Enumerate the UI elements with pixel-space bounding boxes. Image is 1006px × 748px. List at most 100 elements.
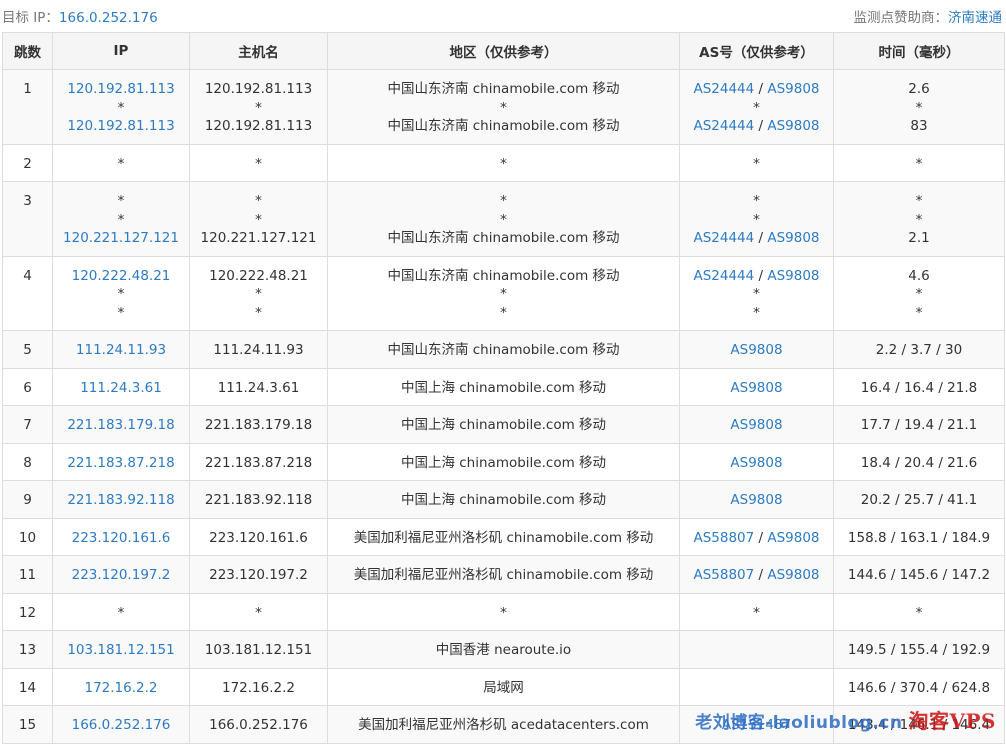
- as-line: AS151487: [682, 716, 831, 735]
- ip-link[interactable]: 221.183.92.118: [55, 491, 187, 510]
- ip-cell: 166.0.252.176: [52, 705, 190, 744]
- ip-link[interactable]: 120.222.48.21: [55, 267, 187, 286]
- as-link[interactable]: AS9808: [767, 268, 819, 284]
- ip-link[interactable]: 223.120.161.6: [55, 529, 187, 548]
- ip-link[interactable]: 111.24.11.93: [55, 341, 187, 360]
- target-ip-value[interactable]: 166.0.252.176: [59, 10, 158, 26]
- as-link[interactable]: AS9808: [767, 230, 819, 246]
- ip-cell: 221.183.179.18: [52, 405, 190, 444]
- hostname-text: 223.120.161.6: [209, 529, 308, 546]
- time-cell: *: [833, 592, 1005, 631]
- ip-link[interactable]: 120.192.81.113: [55, 117, 187, 136]
- as-cell: AS58807 / AS9808: [679, 555, 834, 594]
- column-header-as: AS号（仅供参考）: [679, 32, 834, 70]
- as-link[interactable]: AS24444: [693, 81, 754, 97]
- sponsor-link[interactable]: 济南速通: [948, 10, 1002, 26]
- as-link[interactable]: AS9808: [767, 530, 819, 546]
- top-bar: 目标 IP：166.0.252.176 监测点赞助商：济南速通: [0, 0, 1006, 32]
- time-cell: 18.4 / 20.4 / 21.6: [833, 442, 1005, 481]
- as-link[interactable]: AS9808: [767, 567, 819, 583]
- ip-link[interactable]: 221.183.179.18: [55, 416, 187, 435]
- table-row: 12 * * * * *: [2, 592, 1005, 631]
- table-row: 14 172.16.2.2 172.16.2.2 局域网 146.6 / 370.4 …: [2, 667, 1005, 706]
- as-cell: AS24444 / AS9808 * AS24444 / AS9808: [679, 69, 834, 145]
- region-text: 中国上海 chinamobile.com 移动: [400, 454, 607, 471]
- region-cell: 美国加利福尼亚州洛杉矶 chinamobile.com 移动: [327, 517, 680, 556]
- as-link[interactable]: AS24444: [693, 118, 754, 134]
- ip-link[interactable]: 120.192.81.113: [55, 80, 187, 99]
- hostname-text: *: [255, 193, 262, 209]
- hostname-text: 111.24.11.93: [213, 342, 304, 358]
- column-header-hop: 跳数: [2, 32, 53, 70]
- as-cell: AS24444 / AS9808 * *: [679, 255, 834, 331]
- ip-link[interactable]: 223.120.197.2: [55, 566, 187, 585]
- as-link[interactable]: AS58807: [693, 567, 754, 583]
- region-text: 美国加利福尼亚州洛杉矶 acedatacenters.com: [358, 717, 649, 733]
- time-text: *: [915, 286, 923, 302]
- table-row: 9 221.183.92.118 221.183.92.118 中国上海 chinam…: [2, 480, 1005, 519]
- column-header-time: 时间（毫秒）: [833, 32, 1005, 70]
- as-line: AS58807 / AS9808: [693, 567, 820, 583]
- as-link[interactable]: AS9808: [730, 380, 782, 396]
- ip-link[interactable]: 103.181.12.151: [55, 641, 187, 660]
- ip-link[interactable]: 221.183.87.218: [55, 454, 187, 473]
- time-text: 4.6: [908, 267, 930, 284]
- as-link[interactable]: AS9808: [767, 118, 819, 134]
- as-line: AS9808: [682, 341, 831, 360]
- region-cell: 中国山东济南 chinamobile.com 移动 * *: [327, 255, 680, 331]
- hostname-text: 111.24.3.61: [217, 379, 300, 396]
- region-cell: 局域网: [327, 667, 680, 706]
- as-link[interactable]: AS24444: [693, 230, 754, 246]
- hostname-cell: 111.24.3.61: [189, 367, 328, 406]
- as-line: [682, 679, 831, 698]
- as-timeout: *: [753, 193, 760, 209]
- as-timeout: *: [753, 304, 760, 321]
- as-line: *: [682, 211, 831, 230]
- as-line: AS24444 / AS9808: [693, 230, 820, 246]
- region-text: 中国山东济南 chinamobile.com 移动: [387, 118, 620, 134]
- hop-cell: 2: [2, 143, 53, 182]
- time-cell: * * 2.1: [833, 181, 1005, 257]
- time-cell: 149.5 / 155.4 / 192.9: [833, 630, 1005, 669]
- ip-cell: 221.183.87.218: [52, 442, 190, 481]
- hop-cell: 11: [2, 555, 53, 594]
- as-link[interactable]: AS9808: [767, 81, 819, 97]
- time-text: *: [915, 304, 923, 321]
- hostname-cell: 120.192.81.113 * 120.192.81.113: [189, 69, 328, 145]
- ip-timeout: *: [117, 304, 125, 321]
- ip-timeout: *: [117, 211, 125, 228]
- hostname-text: *: [255, 155, 262, 172]
- hostname-text: *: [255, 304, 262, 321]
- region-text: 中国山东济南 chinamobile.com 移动: [387, 230, 620, 246]
- hop-cell: 10: [2, 517, 53, 556]
- target-info: 目标 IP：166.0.252.176: [2, 6, 158, 26]
- hostname-cell: 223.120.161.6: [189, 517, 328, 556]
- as-link[interactable]: AS24444: [693, 268, 754, 284]
- time-text: 2.2 / 3.7 / 30: [875, 342, 963, 358]
- time-text: 17.7 / 19.4 / 21.1: [860, 417, 978, 433]
- as-cell: AS9808: [679, 367, 834, 406]
- as-link[interactable]: AS9808: [730, 455, 782, 471]
- as-link[interactable]: AS9808: [730, 492, 782, 508]
- ip-cell: *: [52, 592, 190, 631]
- hostname-text: *: [255, 99, 262, 116]
- as-link[interactable]: AS9808: [730, 342, 782, 358]
- as-link[interactable]: AS151487: [722, 717, 791, 733]
- time-text: *: [915, 211, 923, 228]
- region-text: 中国上海 chinamobile.com 移动: [400, 379, 607, 396]
- time-text: 20.2 / 25.7 / 41.1: [860, 492, 978, 508]
- ip-link[interactable]: 120.221.127.121: [55, 229, 187, 248]
- ip-link[interactable]: 166.0.252.176: [55, 716, 187, 735]
- ip-link[interactable]: 111.24.3.61: [55, 379, 187, 398]
- time-cell: 16.4 / 16.4 / 21.8: [833, 367, 1005, 406]
- as-line: *: [682, 304, 831, 323]
- hostname-cell: 166.0.252.176: [189, 705, 328, 744]
- ip-link[interactable]: 172.16.2.2: [55, 679, 187, 698]
- column-header-region: 地区（仅供参考）: [327, 32, 680, 70]
- as-link[interactable]: AS9808: [730, 417, 782, 433]
- as-timeout: *: [753, 99, 760, 116]
- time-cell: 17.7 / 19.4 / 21.1: [833, 405, 1005, 444]
- as-link[interactable]: AS58807: [693, 530, 754, 546]
- hostname-text: *: [255, 604, 262, 621]
- hostname-text: *: [255, 286, 262, 302]
